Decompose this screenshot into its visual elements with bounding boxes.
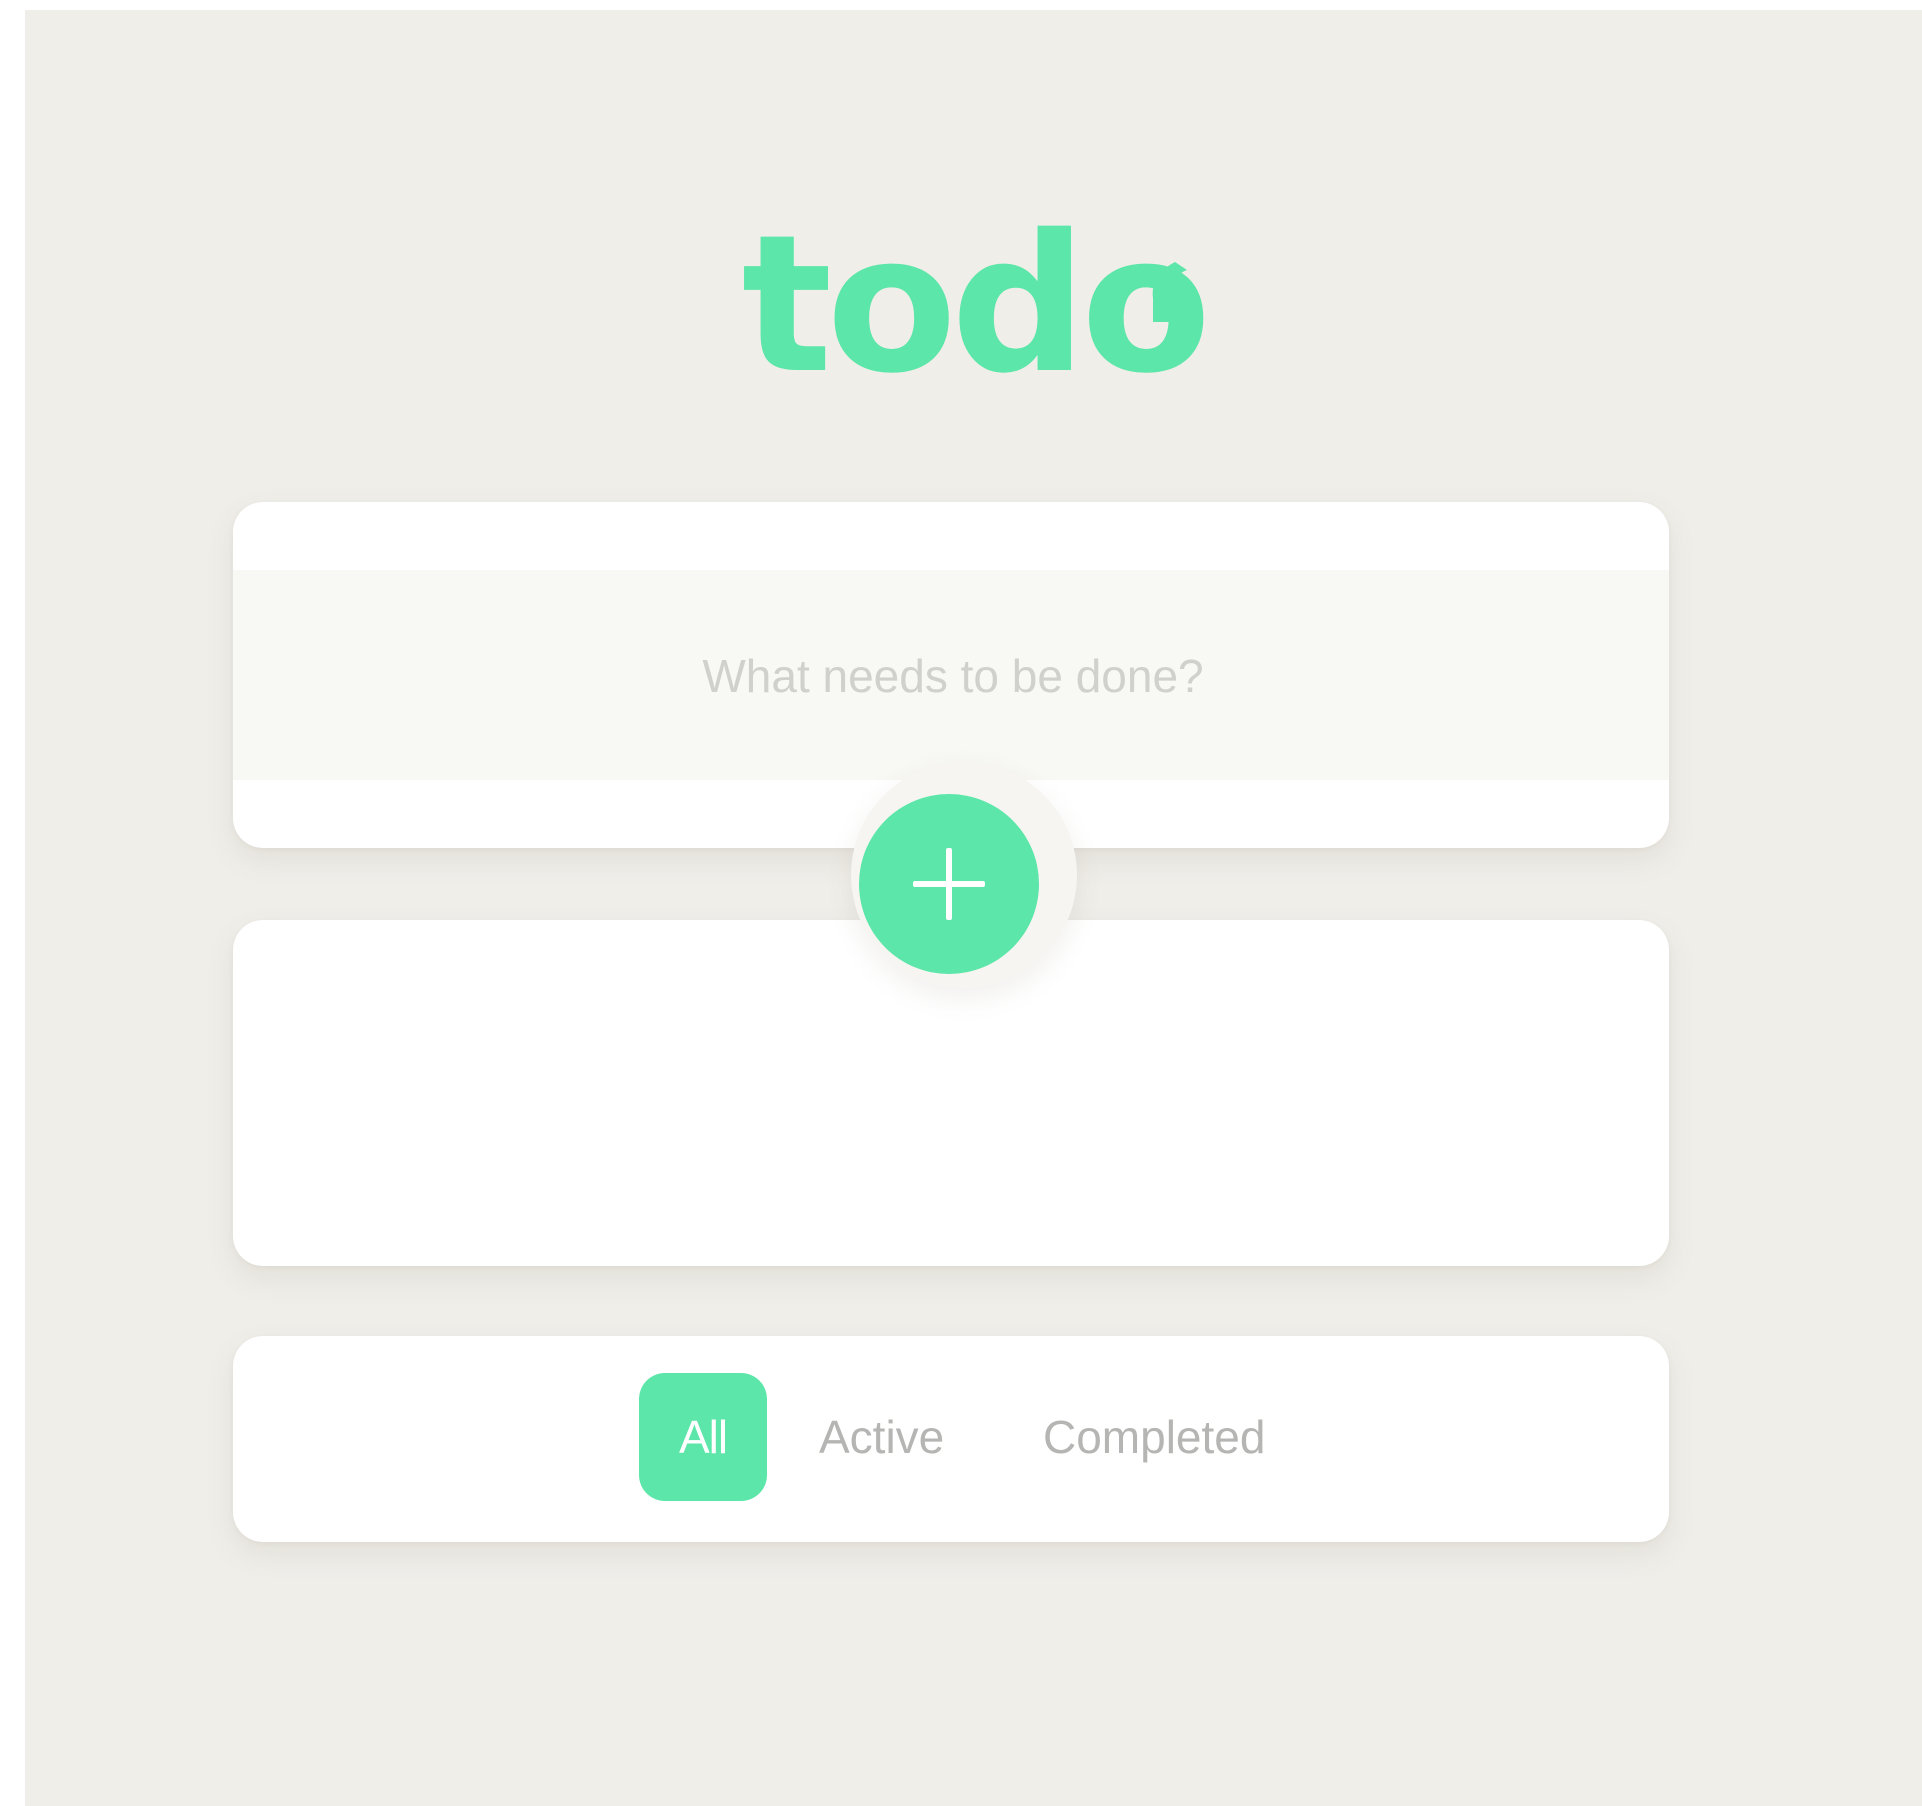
logo-apostrophe-icon xyxy=(1152,262,1189,322)
filter-completed-button[interactable]: Completed xyxy=(1043,1373,1265,1501)
app-root: todo All Active Completed xyxy=(25,10,1922,1806)
filter-all-button[interactable]: All xyxy=(639,1373,767,1501)
add-todo-button[interactable] xyxy=(859,794,1039,974)
filter-active-button[interactable]: Active xyxy=(819,1373,944,1501)
new-todo-input[interactable] xyxy=(233,570,1669,782)
filter-tabs: All Active Completed xyxy=(233,1336,1669,1542)
new-todo-band xyxy=(233,570,1669,782)
app-logo: todo xyxy=(741,194,1212,415)
filter-bar: All Active Completed xyxy=(233,1336,1669,1542)
plus-icon xyxy=(913,848,985,920)
